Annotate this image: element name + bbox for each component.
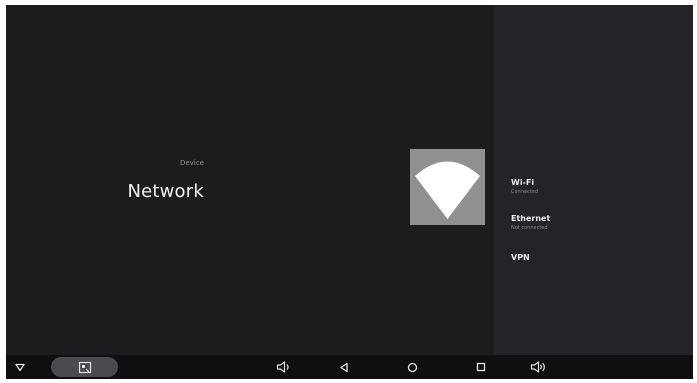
back-button[interactable] [334, 355, 354, 379]
breadcrumb: Device [180, 159, 204, 167]
home-circle-icon [407, 362, 417, 372]
wifi-signal-icon [415, 161, 480, 219]
volume-down-icon [276, 361, 289, 373]
menu-item-wifi-status: Connected [511, 189, 538, 195]
menu-item-wifi-title: Wi-Fi [511, 178, 535, 187]
menu-item-wifi[interactable]: Wi-Fi Connected [511, 178, 681, 196]
volume-down-button[interactable] [272, 355, 296, 379]
menu-item-ethernet-status: Not connected [511, 225, 548, 231]
recents-button[interactable] [471, 355, 491, 379]
hero-tile [410, 149, 485, 225]
menu-item-ethernet-title: Ethernet [511, 214, 551, 223]
volume-up-icon [530, 361, 545, 373]
back-triangle-icon [340, 362, 348, 372]
page-title: Network [127, 181, 204, 202]
screenshot-button[interactable] [51, 355, 118, 379]
system-navigation-bar [6, 355, 693, 379]
main-pane: Device Network [6, 5, 494, 355]
chevron-down-triangle-icon [15, 363, 25, 371]
home-button[interactable] [402, 355, 422, 379]
recents-square-icon [476, 362, 486, 372]
menu-item-vpn-title: VPN [511, 253, 530, 262]
hide-bar-button[interactable] [10, 355, 30, 379]
menu-item-ethernet[interactable]: Ethernet Not connected [511, 214, 681, 232]
volume-up-button[interactable] [526, 355, 552, 379]
tv-screen: Device Network Wi-Fi Connected Ethernet … [6, 5, 693, 379]
screenshot-icon [78, 361, 91, 373]
menu-item-vpn[interactable]: VPN [511, 253, 681, 263]
